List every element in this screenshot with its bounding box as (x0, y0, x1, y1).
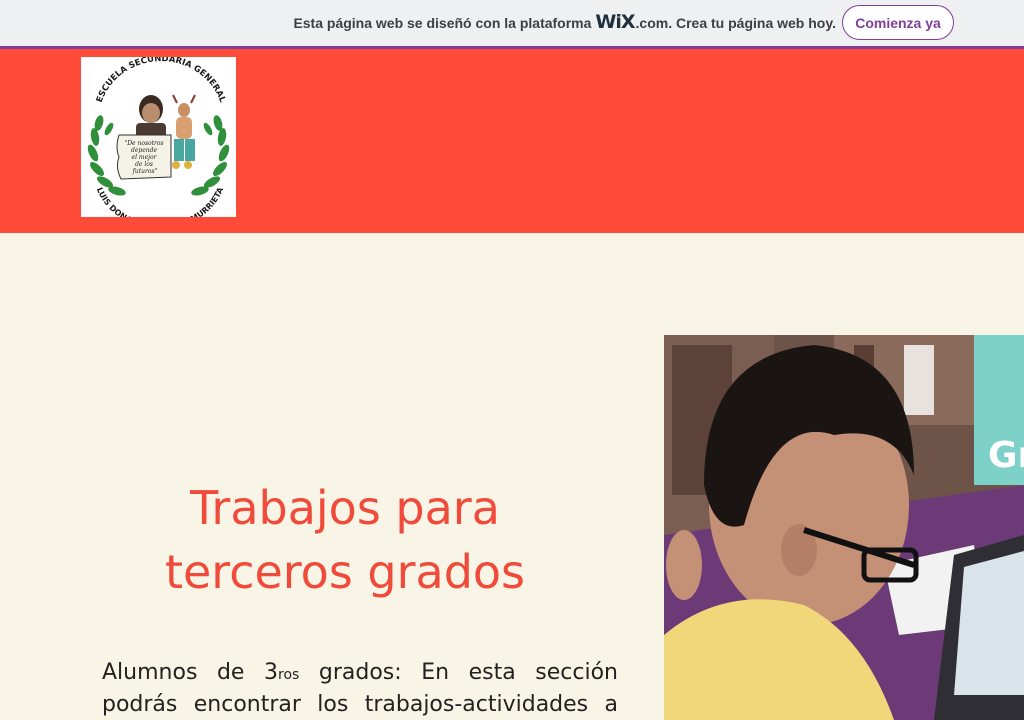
page-title: Trabajos para terceros grados (120, 476, 570, 604)
sign-text: Gr (988, 435, 1024, 476)
wix-promo-banner: Esta página web se diseñó con la platafo… (0, 0, 1024, 49)
student-tablet-image: Gr (664, 335, 1024, 720)
school-logo[interactable]: ESCUELA SECUNDARIA GENERAL LUIS DONALDO … (81, 54, 236, 231)
intro-prefix: Alumnos de 3 (102, 660, 279, 685)
intro-paragraph: Alumnos de 3ros grados: En esta sección … (102, 658, 618, 720)
wix-promo-text: Esta página web se diseñó con la platafo… (293, 11, 836, 34)
hero-photo: Gr (664, 335, 1024, 720)
wix-promo-text-after: .com. Crea tu página web hoy. (635, 15, 836, 31)
wix-promo-text-before: Esta página web se diseñó con la platafo… (293, 15, 592, 31)
page-title-line-1: Trabajos para (190, 481, 500, 535)
page-title-line-2: terceros grados (164, 545, 526, 599)
start-now-button[interactable]: Comienza ya (842, 5, 954, 40)
intro-line-1-rest: grados: En esta sección (299, 660, 618, 685)
wix-logo[interactable]: WiX (595, 11, 635, 33)
svg-text:ESCUELA SECUNDARIA GENERAL: ESCUELA SECUNDARIA GENERAL (95, 57, 228, 104)
school-crest-image: ESCUELA SECUNDARIA GENERAL LUIS DONALDO … (87, 54, 230, 231)
intro-line-2: podrás encontrar los trabajos-actividade… (102, 692, 618, 717)
intro-superscript: ros (278, 667, 300, 683)
